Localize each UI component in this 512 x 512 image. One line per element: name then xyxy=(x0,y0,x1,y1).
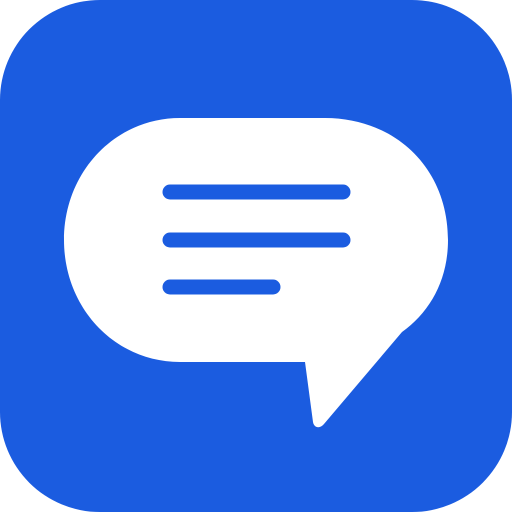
app-icon[interactable] xyxy=(0,0,512,512)
chat-bubble-icon xyxy=(0,0,512,512)
